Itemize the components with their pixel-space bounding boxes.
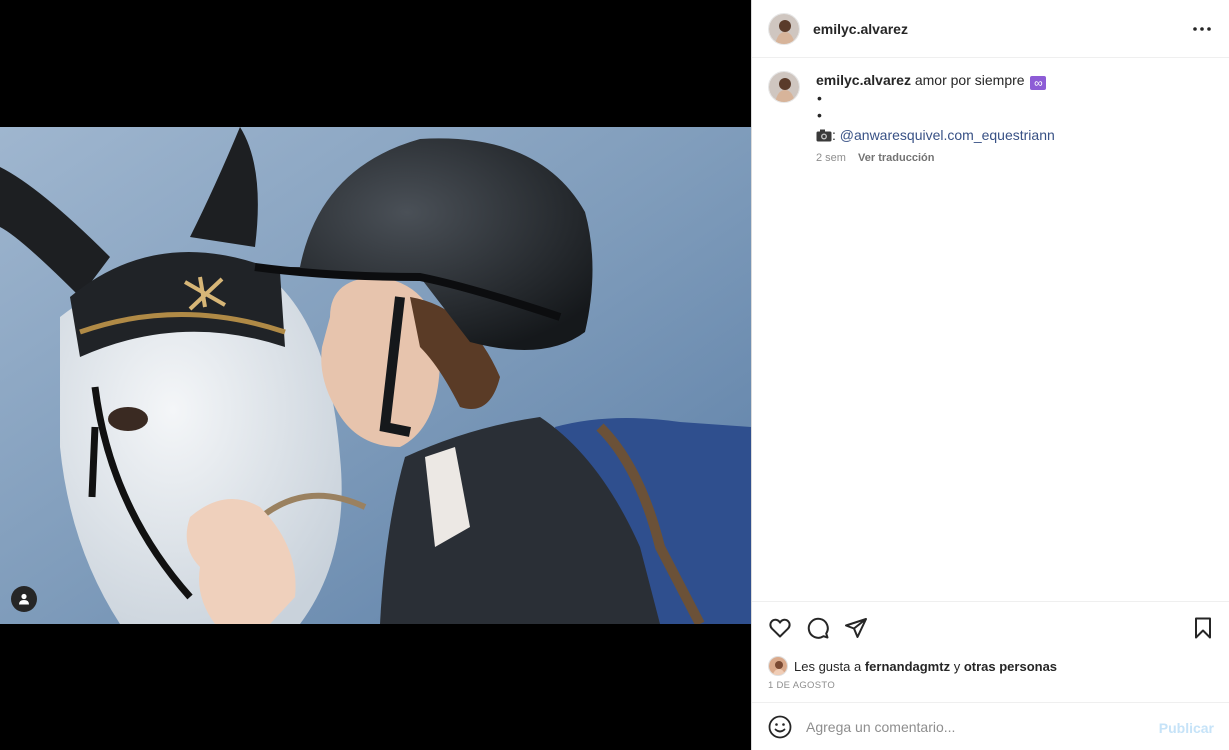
post-date[interactable]: 1 DE AGOSTO	[768, 680, 835, 691]
share-icon	[845, 618, 867, 638]
avatar-image	[769, 13, 799, 44]
caption-text: amor por siempre	[914, 72, 1025, 88]
camera-icon	[816, 129, 832, 142]
likes-prefix: Les gusta a	[794, 658, 862, 674]
save-button[interactable]	[1191, 616, 1215, 640]
post-actions-section: Les gusta a fernandagmtz y otras persona…	[752, 601, 1229, 701]
likes-others-link[interactable]: otras personas	[964, 659, 1057, 674]
liker-avatar[interactable]	[768, 656, 788, 676]
post-dialog: emilyc.alvarez emilyc.alvarez amor por s…	[0, 0, 1229, 750]
liker-username[interactable]: fernandagmtz	[865, 659, 950, 674]
caption-username[interactable]: emilyc.alvarez	[816, 72, 911, 88]
caption-bullet: •	[817, 90, 822, 106]
share-button[interactable]	[844, 616, 868, 640]
likes-connector: y	[953, 658, 961, 674]
caption-avatar[interactable]	[768, 71, 800, 103]
caption-line: emilyc.alvarez amor por siempre ∞	[816, 71, 1055, 90]
photo-illustration	[0, 127, 751, 624]
caption-body: emilyc.alvarez amor por siempre ∞ • • : …	[816, 71, 1055, 167]
like-button[interactable]	[768, 616, 792, 640]
post-caption: emilyc.alvarez amor por siempre ∞ • • : …	[768, 71, 1213, 167]
avatar[interactable]	[768, 12, 800, 45]
avatar-image	[769, 657, 787, 675]
user-tag-icon	[19, 593, 29, 605]
post-panel: emilyc.alvarez emilyc.alvarez amor por s…	[751, 0, 1229, 750]
more-options-icon	[1193, 27, 1211, 31]
photo-credit: : @anwaresquivel.com_equestriann	[816, 126, 1055, 144]
tagged-users-button[interactable]	[11, 586, 37, 612]
action-icons	[768, 616, 868, 640]
heart-icon	[769, 618, 791, 638]
credit-prefix: :	[832, 127, 836, 143]
comment-bar: Publicar	[752, 702, 1229, 750]
smiley-icon	[768, 715, 792, 738]
comment-input[interactable]	[806, 718, 1146, 735]
post-header: emilyc.alvarez	[752, 0, 1229, 58]
avatar-image	[769, 72, 799, 102]
emoji-picker-button[interactable]	[768, 715, 792, 739]
more-options-button[interactable]	[1191, 18, 1213, 40]
post-time-ago[interactable]: 2 sem	[816, 152, 846, 164]
infinity-emoji: ∞	[1030, 76, 1047, 90]
photographer-mention-link[interactable]: @anwaresquivel.com_equestriann	[840, 127, 1055, 143]
post-author-username[interactable]: emilyc.alvarez	[813, 21, 908, 37]
publish-button[interactable]: Publicar	[1159, 720, 1214, 736]
caption-bullet: •	[817, 107, 822, 123]
likes-summary: Les gusta a fernandagmtz y otras persona…	[768, 656, 1057, 676]
post-media	[0, 0, 751, 750]
bookmark-icon	[1195, 617, 1211, 639]
caption-meta: 2 sem Ver traducción	[816, 149, 1055, 167]
comment-button[interactable]	[806, 616, 830, 640]
comment-icon	[807, 617, 829, 639]
see-translation-button[interactable]: Ver traducción	[858, 152, 934, 164]
post-photo[interactable]	[0, 127, 751, 624]
